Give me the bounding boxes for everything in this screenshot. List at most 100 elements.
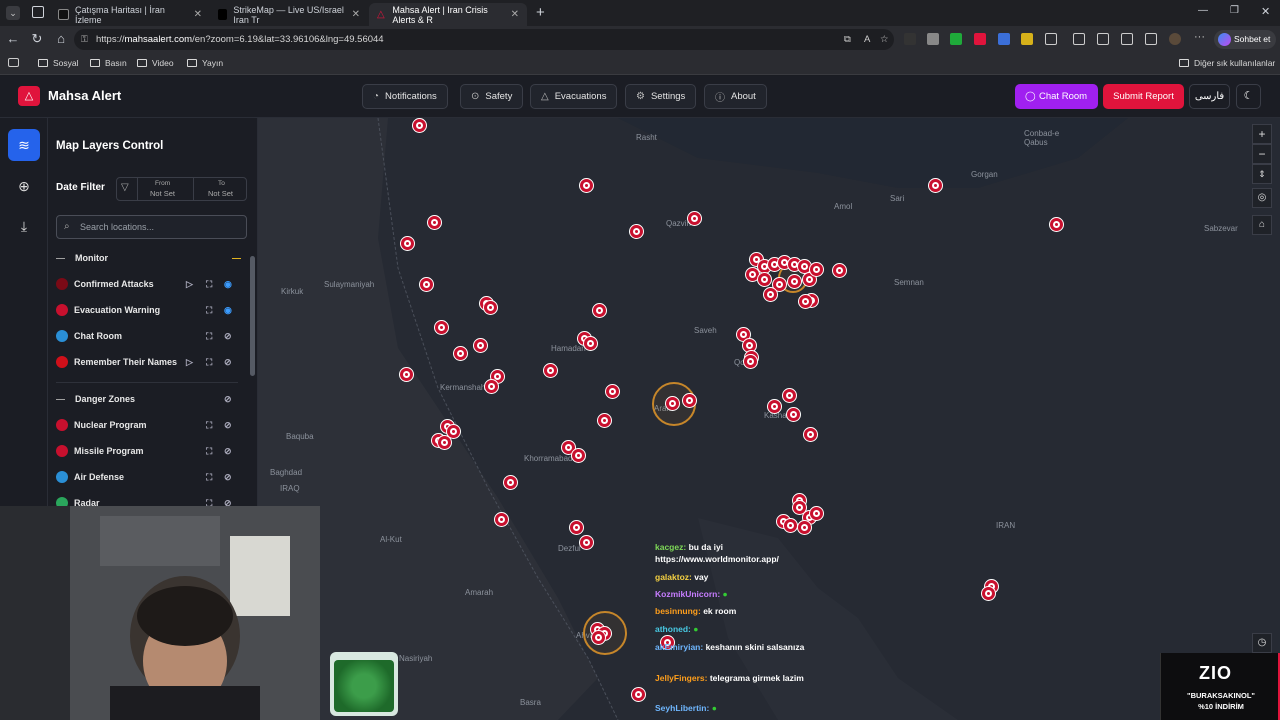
- search-locations-input[interactable]: ⌕ Search locations...: [56, 215, 247, 239]
- minimize-button[interactable]: —: [1198, 5, 1208, 16]
- extension-icon[interactable]: [998, 33, 1010, 45]
- layers-tab-button[interactable]: ≋: [8, 129, 40, 161]
- focus-icon[interactable]: ⛶: [206, 420, 212, 431]
- layer-air-defense[interactable]: Air Defense ⛶ ⊘: [56, 467, 246, 487]
- toggle-all-icon[interactable]: —: [232, 253, 241, 263]
- attack-marker[interactable]: [799, 295, 812, 308]
- zoom-out-button[interactable]: −: [1252, 144, 1272, 164]
- layer-evacuation-warning[interactable]: Evacuation Warning ⛶ ◉: [56, 300, 246, 320]
- eye-off-icon[interactable]: ⊘: [224, 472, 232, 483]
- attack-marker[interactable]: [593, 304, 606, 317]
- bookmark-folder-video[interactable]: Video: [137, 58, 174, 68]
- attack-marker[interactable]: [420, 278, 433, 291]
- attack-marker[interactable]: [666, 397, 679, 410]
- dark-mode-toggle[interactable]: ☾: [1236, 84, 1261, 109]
- attack-marker[interactable]: [401, 237, 414, 250]
- attack-marker[interactable]: [400, 368, 413, 381]
- attack-marker[interactable]: [768, 400, 781, 413]
- attack-marker[interactable]: [783, 389, 796, 402]
- attack-marker[interactable]: [683, 394, 696, 407]
- nav-settings[interactable]: ⚙ Settings: [625, 84, 697, 109]
- panel-scrollbar[interactable]: [250, 256, 255, 376]
- more-menu-icon[interactable]: ···: [1194, 31, 1205, 43]
- attack-marker[interactable]: [484, 301, 497, 314]
- reload-button[interactable]: ↻: [29, 31, 45, 47]
- attack-marker[interactable]: [810, 263, 823, 276]
- attack-marker[interactable]: [598, 414, 611, 427]
- extension-icon[interactable]: [974, 33, 986, 45]
- tab-catisma[interactable]: Çatışma Haritası | İran İzleme ✕: [50, 3, 210, 26]
- attack-marker[interactable]: [428, 216, 441, 229]
- focus-icon[interactable]: ⛶: [206, 357, 212, 368]
- tab-strikemap[interactable]: StrikeMap — Live US/Israel Iran Tr ✕: [210, 3, 368, 26]
- copilot-chat-button[interactable]: Sohbet et: [1214, 30, 1276, 49]
- globe-tab-button[interactable]: ⊕: [8, 170, 40, 202]
- zoom-in-button[interactable]: +: [1252, 124, 1272, 144]
- bookmark-folder-yayin[interactable]: Yayın: [187, 58, 223, 68]
- close-window-button[interactable]: ✕: [1261, 5, 1270, 18]
- submit-report-button[interactable]: Submit Report: [1103, 84, 1184, 109]
- extension-icon[interactable]: [904, 33, 916, 45]
- focus-icon[interactable]: ⛶: [206, 331, 212, 342]
- url-field[interactable]: ⚿ https://mahsaalert.com/en?zoom=6.19&la…: [74, 29, 894, 50]
- reading-list-icon[interactable]: [8, 58, 19, 67]
- collections-icon[interactable]: [1121, 33, 1133, 45]
- attack-marker[interactable]: [788, 275, 801, 288]
- back-button[interactable]: ←: [5, 31, 21, 47]
- nav-safety[interactable]: ⊙ Safety: [460, 84, 524, 109]
- eye-off-icon[interactable]: ⊘: [224, 357, 232, 368]
- date-filter-box[interactable]: ▽ From Not Set To Not Set: [116, 177, 247, 201]
- attack-marker[interactable]: [1050, 218, 1063, 231]
- map-settings-button[interactable]: ◷: [1252, 633, 1272, 653]
- close-icon[interactable]: ✕: [194, 9, 202, 20]
- attack-marker[interactable]: [630, 225, 643, 238]
- restore-button[interactable]: ❐: [1230, 5, 1239, 16]
- extension-icon[interactable]: [927, 33, 939, 45]
- home-button[interactable]: ⌂: [53, 31, 69, 47]
- bookmark-folder-sosyal[interactable]: Sosyal: [38, 58, 79, 68]
- attack-marker[interactable]: [804, 428, 817, 441]
- attack-marker[interactable]: [744, 355, 757, 368]
- browser-essentials-icon[interactable]: [1145, 33, 1157, 45]
- focus-icon[interactable]: ⛶: [206, 305, 212, 316]
- avatar[interactable]: [1169, 33, 1181, 45]
- language-toggle-button[interactable]: فارسی: [1189, 84, 1230, 109]
- attack-marker[interactable]: [580, 536, 593, 549]
- attack-marker[interactable]: [572, 449, 585, 462]
- nav-about[interactable]: ⓘ About: [704, 84, 767, 109]
- eye-icon[interactable]: ◉: [224, 305, 232, 316]
- favorite-star-icon[interactable]: ☆: [880, 29, 889, 50]
- play-icon[interactable]: ▷: [186, 357, 193, 368]
- locate-me-button[interactable]: ◎: [1252, 188, 1272, 208]
- tab-mahsa-alert[interactable]: △ Mahsa Alert | Iran Crisis Alerts & R ✕: [369, 3, 527, 26]
- attack-marker[interactable]: [798, 260, 811, 273]
- home-view-button[interactable]: ⌂: [1252, 215, 1272, 235]
- tab-list-icon[interactable]: ⌄: [6, 6, 20, 20]
- attack-marker[interactable]: [544, 364, 557, 377]
- danger-zones-section-header[interactable]: — Danger Zones ⊘: [56, 389, 246, 409]
- attack-marker[interactable]: [982, 587, 995, 600]
- eye-off-icon[interactable]: ⊘: [224, 446, 232, 457]
- attack-marker[interactable]: [495, 513, 508, 526]
- monitor-section-header[interactable]: — Monitor —: [56, 248, 246, 268]
- attack-marker[interactable]: [632, 688, 645, 701]
- translate-icon[interactable]: ⧉: [844, 29, 851, 50]
- attack-marker[interactable]: [447, 425, 460, 438]
- attack-marker[interactable]: [758, 273, 771, 286]
- to-value[interactable]: Not Set: [208, 189, 233, 198]
- attack-marker[interactable]: [743, 339, 756, 352]
- eye-off-icon[interactable]: ⊘: [224, 420, 232, 431]
- focus-icon[interactable]: ⛶: [206, 446, 212, 457]
- attack-marker[interactable]: [438, 436, 451, 449]
- nav-notifications[interactable]: ◔ Notifications: [362, 84, 448, 109]
- attack-marker[interactable]: [570, 521, 583, 534]
- split-screen-icon[interactable]: [1073, 33, 1085, 45]
- extensions-puzzle-icon[interactable]: [1045, 33, 1057, 45]
- layer-nuclear-program[interactable]: Nuclear Program ⛶ ⊘: [56, 415, 246, 435]
- attack-marker[interactable]: [833, 264, 846, 277]
- focus-icon[interactable]: ⛶: [206, 279, 212, 290]
- attack-marker[interactable]: [584, 337, 597, 350]
- compass-reset-button[interactable]: ⇕: [1252, 164, 1272, 184]
- close-icon[interactable]: ✕: [352, 9, 360, 20]
- reader-icon[interactable]: A: [864, 29, 870, 50]
